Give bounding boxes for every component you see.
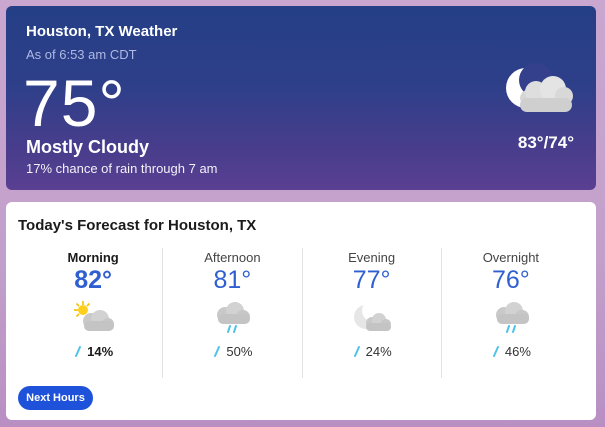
rain-chance-note: 17% chance of rain through 7 am — [26, 161, 218, 176]
moon-cloud-icon — [506, 63, 573, 112]
period-evening[interactable]: Evening 77° 24% — [301, 248, 441, 378]
raindrop-icon — [214, 346, 221, 357]
precip-chance: 46% — [442, 344, 580, 359]
moon-cloud-icon — [353, 301, 391, 331]
period-name: Overnight — [482, 250, 540, 265]
precip-value: 46% — [504, 344, 531, 359]
raindrop-icon — [353, 346, 360, 357]
sun-cloud-icon — [74, 301, 115, 331]
period-temperature: 81° — [213, 266, 252, 294]
location-title[interactable]: Houston, TX Weather — [26, 23, 177, 40]
period-name: Morning — [67, 250, 119, 265]
rain-cloud-icon — [495, 302, 529, 333]
precip-value: 14% — [87, 344, 114, 359]
period-temperature: 82° — [74, 266, 113, 294]
period-temperature: 77° — [352, 266, 391, 294]
current-condition: Mostly Cloudy — [26, 137, 150, 157]
period-temperature: 76° — [491, 266, 530, 294]
precip-value: 24% — [365, 344, 392, 359]
precip-value: 50% — [226, 344, 253, 359]
current-conditions-panel: Houston, TX Weather As of 6:53 am CDT 75… — [6, 6, 596, 190]
period-name: Evening — [348, 250, 396, 265]
period-overnight[interactable]: Overnight 76° 46% — [440, 248, 580, 378]
high-low-temperature: 83°/74° — [517, 133, 574, 152]
current-temperature: 75° — [23, 66, 126, 140]
precip-chance: 14% — [24, 344, 162, 359]
period-afternoon[interactable]: Afternoon 81° 50% — [162, 248, 301, 378]
today-forecast-card: Today's Forecast for Houston, TX Morning… — [6, 202, 596, 420]
period-name: Afternoon — [204, 250, 261, 265]
raindrop-icon — [492, 346, 499, 357]
precip-chance: 50% — [163, 344, 301, 359]
forecast-periods: Morning 82° 14% Afternoon 81° 50% Evenin… — [24, 248, 580, 378]
observation-time: As of 6:53 am CDT — [26, 47, 137, 62]
next-hours-button[interactable]: Next Hours — [18, 386, 93, 410]
forecast-title: Today's Forecast for Houston, TX — [18, 217, 257, 234]
rain-cloud-icon — [217, 302, 251, 333]
period-morning[interactable]: Morning 82° 14% — [24, 248, 162, 378]
raindrop-icon — [75, 346, 82, 357]
precip-chance: 24% — [303, 344, 441, 359]
